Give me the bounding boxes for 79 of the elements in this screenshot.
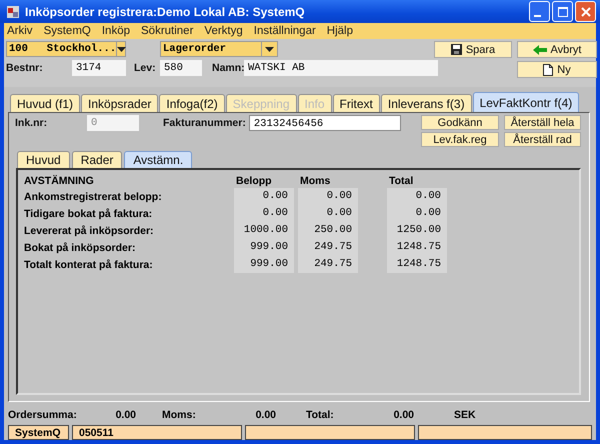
tab[interactable]: Rader [72,151,122,168]
maximize-icon [558,6,568,16]
tab[interactable]: LevFaktKontr f(4) [472,92,580,112]
dropdown-arrow-icon [117,46,126,52]
tab[interactable]: Infoga(f2) [159,94,225,112]
table-cell: 1248.75 [387,239,447,256]
total-value: 0.00 [114,409,136,421]
status-cell: 050511 [72,425,242,440]
column-header: Belopp [235,175,273,187]
total-value: 0.00 [392,409,414,421]
text-field[interactable]: WATSKI AB [244,60,438,76]
tab[interactable]: Huvud (f1) [10,94,80,112]
save-button[interactable]: Spara [434,41,512,58]
tab[interactable]: Avstämn. [124,151,192,168]
field-label: Ink.nr: [15,117,48,129]
field-label: Fakturanummer: [163,117,246,129]
tab[interactable]: Inköpsrader [81,94,158,112]
close-icon [580,6,590,16]
table-cell: 250.00 [298,222,358,239]
status-cell: SystemQ [8,425,69,440]
field-label: Namn: [212,62,244,74]
field-label: Bestnr: [6,62,44,74]
app-icon [6,4,20,18]
menu-item[interactable]: Inköp [102,25,130,37]
tab[interactable]: Fritext [332,94,380,112]
column-header: AVSTÄMNING [24,175,95,187]
table-cell: 0.00 [234,188,294,205]
table-cell: 0.00 [234,205,294,222]
table-cell: 999.00 [234,239,294,256]
menu-item[interactable]: Hjälp [326,25,354,37]
menu-item[interactable]: SystemQ [44,25,91,37]
invoice-number-field[interactable]: 23132456456 [248,115,401,131]
row-label: Ankomstregistrerat belopp: [24,190,163,202]
action-button[interactable]: Lev.fak.reg [421,132,499,147]
warehouse-dropdown[interactable]: 100 Stockhol... [6,41,126,57]
row-label: Tidigare bokat på faktura: [24,208,154,220]
tab[interactable]: Huvud [17,151,70,168]
text-field[interactable]: 3174 [72,60,126,76]
new-button[interactable]: Ny [517,61,597,78]
row-label: Levererat på inköpsorder: [24,224,155,236]
arrow-left-icon [532,44,546,54]
document-icon [543,64,554,76]
action-button[interactable]: Godkänn [421,115,499,130]
maximize-button[interactable] [552,1,573,22]
close-button[interactable] [575,1,596,22]
cancel-button[interactable]: Avbryt [517,41,597,58]
table-cell: 249.75 [298,256,358,273]
table-cell: 0.00 [387,188,447,205]
total-label: Moms: [162,409,197,421]
column-header: Total [388,175,414,187]
table-cell: 0.00 [298,205,358,222]
currency-label: SEK [454,409,476,421]
table-cell: 1250.00 [387,222,447,239]
column-header: Moms [299,175,332,187]
action-button[interactable]: Återställ hela [504,115,581,130]
total-value: 0.00 [254,409,276,421]
field-label: Lev: [134,62,157,74]
window-title: Inköpsorder registrera:Demo Lokal AB: SystemQ [25,4,306,18]
menu-item[interactable]: Arkiv [7,25,33,37]
order-type-dropdown[interactable]: Lagerorder [160,41,278,57]
row-label: Bokat på inköpsorder: [24,242,136,254]
action-button[interactable]: Återställ rad [504,132,581,147]
menu-item[interactable]: Sökrutiner [141,25,194,37]
table-cell: 0.00 [387,205,447,222]
table-cell: 1248.75 [387,256,447,273]
total-label: Ordersumma: [8,409,78,421]
dropdown-arrow-icon [265,46,274,52]
minimize-button[interactable] [529,1,550,22]
text-field[interactable]: 580 [160,60,202,76]
table-cell: 249.75 [298,239,358,256]
row-label: Totalt konterat på faktura: [24,258,154,270]
menu-item[interactable]: Inställningar [254,25,316,37]
total-label: Total: [306,409,335,421]
table-cell: 1000.00 [234,222,294,239]
table-cell: 0.00 [298,188,358,205]
menu-item[interactable]: Verktyg [204,25,243,37]
table-cell: 999.00 [234,256,294,273]
tab[interactable]: Inleverans f(3) [380,94,472,112]
minimize-icon [534,14,541,16]
